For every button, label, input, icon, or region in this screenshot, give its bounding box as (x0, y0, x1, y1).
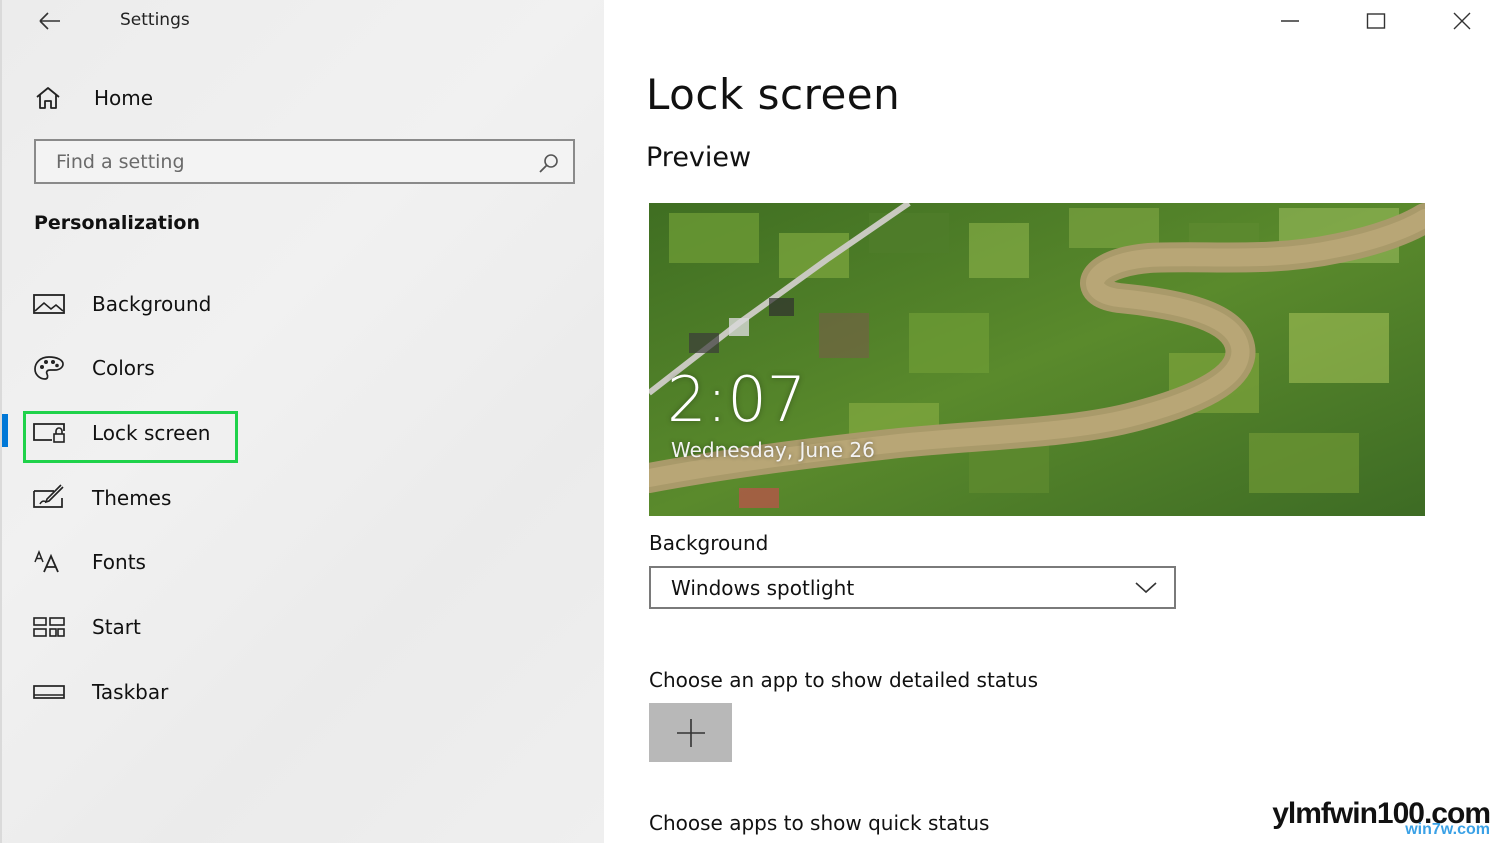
sidebar-item-colors[interactable]: Colors (32, 348, 432, 388)
sidebar-item-label: Background (92, 292, 212, 316)
home-label: Home (94, 86, 154, 110)
sidebar-item-taskbar[interactable]: Taskbar (32, 672, 432, 712)
picture-icon (32, 290, 66, 318)
back-button[interactable] (30, 6, 66, 36)
sidebar-item-background[interactable]: Background (32, 284, 432, 324)
sidebar-item-start[interactable]: Start (32, 607, 432, 647)
sidebar-item-fonts[interactable]: Fonts (32, 542, 432, 582)
plus-icon (676, 718, 705, 747)
selected-indicator (2, 414, 8, 447)
main-content: Lock screen Preview 2:07 Wednesday, June… (604, 0, 1500, 843)
minimize-icon (1281, 20, 1299, 22)
start-tiles-icon (32, 613, 66, 641)
search-input[interactable] (56, 149, 526, 175)
watermark: ylmfwin100.com win7w.com (1272, 797, 1491, 838)
sidebar: Settings Home Personalization Background (0, 0, 604, 843)
maximize-icon (1366, 13, 1386, 29)
home-icon (36, 87, 60, 109)
themes-brush-icon (32, 484, 66, 512)
sidebar-item-label: Themes (92, 486, 172, 510)
add-detailed-status-app-button[interactable] (649, 703, 732, 762)
sidebar-item-themes[interactable]: Themes (32, 478, 432, 518)
background-label: Background (649, 531, 769, 555)
app-title: Settings (120, 10, 190, 30)
detailed-status-label: Choose an app to show detailed status (649, 668, 1038, 692)
preview-clock: 2:07 (667, 363, 807, 436)
preview-date: Wednesday, June 26 (671, 438, 875, 462)
sidebar-item-label: Fonts (92, 550, 146, 574)
sidebar-item-label: Start (92, 615, 141, 639)
close-button[interactable] (1439, 4, 1485, 38)
chevron-down-icon (1135, 582, 1157, 594)
back-arrow-icon (39, 12, 60, 30)
background-dropdown[interactable]: Windows spotlight (649, 566, 1176, 609)
preview-heading: Preview (646, 142, 752, 173)
section-header: Personalization (34, 212, 200, 234)
search-icon[interactable] (537, 151, 561, 175)
minimize-button[interactable] (1267, 4, 1313, 38)
sidebar-item-label: Taskbar (92, 680, 169, 704)
background-dropdown-value: Windows spotlight (671, 576, 855, 600)
sidebar-home[interactable]: Home (32, 80, 332, 116)
sidebar-item-label: Colors (92, 356, 155, 380)
maximize-button[interactable] (1353, 4, 1399, 38)
aerial-landscape-image (649, 203, 1425, 516)
highlight-annotation-box (23, 411, 238, 463)
fonts-icon (32, 548, 66, 576)
lock-screen-preview: 2:07 Wednesday, June 26 (649, 203, 1425, 516)
palette-icon (32, 354, 66, 382)
search-box[interactable] (34, 139, 575, 184)
close-icon (1453, 12, 1471, 30)
page-title: Lock screen (646, 70, 901, 119)
quick-status-label: Choose apps to show quick status (649, 811, 990, 835)
taskbar-icon (32, 678, 66, 706)
watermark-sub: win7w.com (1405, 821, 1490, 838)
